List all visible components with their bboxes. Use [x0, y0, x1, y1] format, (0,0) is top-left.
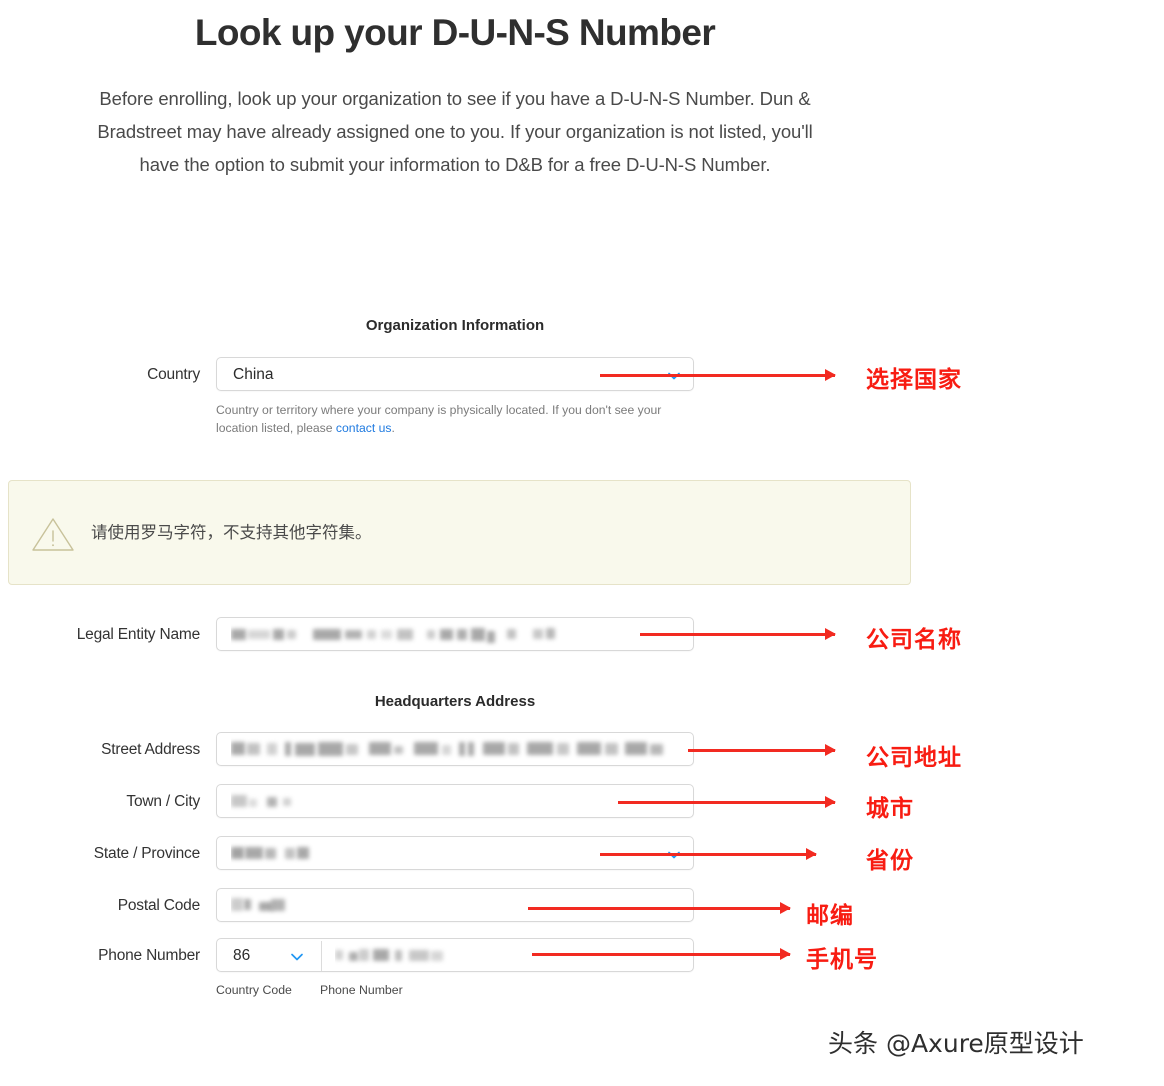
- phone-number-sublabel: Phone Number: [320, 983, 403, 997]
- section-heading-organization: Organization Information: [365, 317, 545, 334]
- state-province-label: State / Province: [93, 845, 200, 862]
- warning-message: 请使用罗马字符，不支持其他字符集。: [91, 524, 372, 542]
- annotation-label-postal-code: 邮编: [806, 903, 854, 929]
- legal-entity-name-label: Legal Entity Name: [76, 626, 200, 643]
- warning-triangle-icon: [31, 516, 75, 552]
- arrow-shaft: [600, 374, 835, 377]
- redacted-content: [231, 889, 351, 923]
- arrow-shaft: [618, 801, 835, 804]
- duns-lookup-page: Look up your D-U-N-S Number Before enrol…: [0, 0, 1164, 1086]
- redacted-content: [231, 733, 681, 767]
- postal-code-label: Postal Code: [117, 897, 200, 914]
- redacted-content: [231, 837, 351, 871]
- street-address-label: Street Address: [101, 741, 200, 758]
- arrow-shaft: [528, 907, 790, 910]
- annotation-label-state-province: 省份: [866, 848, 914, 874]
- country-help-text-after: .: [391, 421, 395, 435]
- section-heading-headquarters: Headquarters Address: [374, 693, 536, 710]
- redacted-content: [231, 618, 591, 652]
- country-code-value: 86: [233, 947, 251, 964]
- annotation-label-town-city: 城市: [866, 796, 914, 822]
- redacted-content: [335, 939, 495, 973]
- annotation-arrow-phone-number: [532, 948, 791, 960]
- redacted-content: [231, 785, 351, 819]
- town-city-label: Town / City: [126, 793, 200, 810]
- annotation-label-country: 选择国家: [866, 367, 962, 393]
- annotation-label-phone-number: 手机号: [806, 947, 878, 973]
- arrow-shaft: [600, 853, 816, 856]
- street-address-input[interactable]: [216, 732, 694, 766]
- country-help-text: Country or territory where your company …: [216, 401, 686, 437]
- arrow-head: [780, 902, 791, 914]
- annotation-arrow-state-province: [600, 848, 817, 860]
- arrow-shaft: [640, 633, 835, 636]
- country-code-sublabel: Country Code: [216, 983, 292, 997]
- arrow-shaft: [532, 953, 790, 956]
- country-label: Country: [147, 366, 200, 383]
- annotation-label-street-address: 公司地址: [866, 745, 962, 771]
- annotation-arrow-legal-entity-name: [640, 628, 836, 640]
- arrow-shaft: [688, 749, 835, 752]
- arrow-head: [825, 369, 836, 381]
- annotation-label-legal-entity-name: 公司名称: [866, 627, 962, 653]
- annotation-arrow-country: [600, 369, 836, 381]
- phone-number-label: Phone Number: [98, 947, 200, 964]
- arrow-head: [825, 628, 836, 640]
- phone-divider: [321, 941, 322, 971]
- country-help-text-before: Country or territory where your company …: [216, 403, 662, 435]
- chevron-down-icon[interactable]: [290, 950, 303, 963]
- annotation-arrow-street-address: [688, 744, 836, 756]
- arrow-head: [825, 744, 836, 756]
- arrow-head: [806, 848, 817, 860]
- country-value: China: [233, 366, 274, 383]
- arrow-head: [780, 948, 791, 960]
- watermark: 头条 @Axure原型设计: [828, 1029, 1084, 1058]
- legal-entity-name-input[interactable]: [216, 617, 694, 651]
- arrow-head: [825, 796, 836, 808]
- annotation-arrow-postal-code: [528, 902, 791, 914]
- annotation-arrow-town-city: [618, 796, 836, 808]
- contact-us-link[interactable]: contact us: [336, 421, 392, 435]
- page-description: Before enrolling, look up your organizat…: [97, 88, 813, 175]
- roman-characters-warning-banner: 请使用罗马字符，不支持其他字符集。: [8, 480, 911, 585]
- page-title: Look up your D-U-N-S Number: [194, 12, 716, 53]
